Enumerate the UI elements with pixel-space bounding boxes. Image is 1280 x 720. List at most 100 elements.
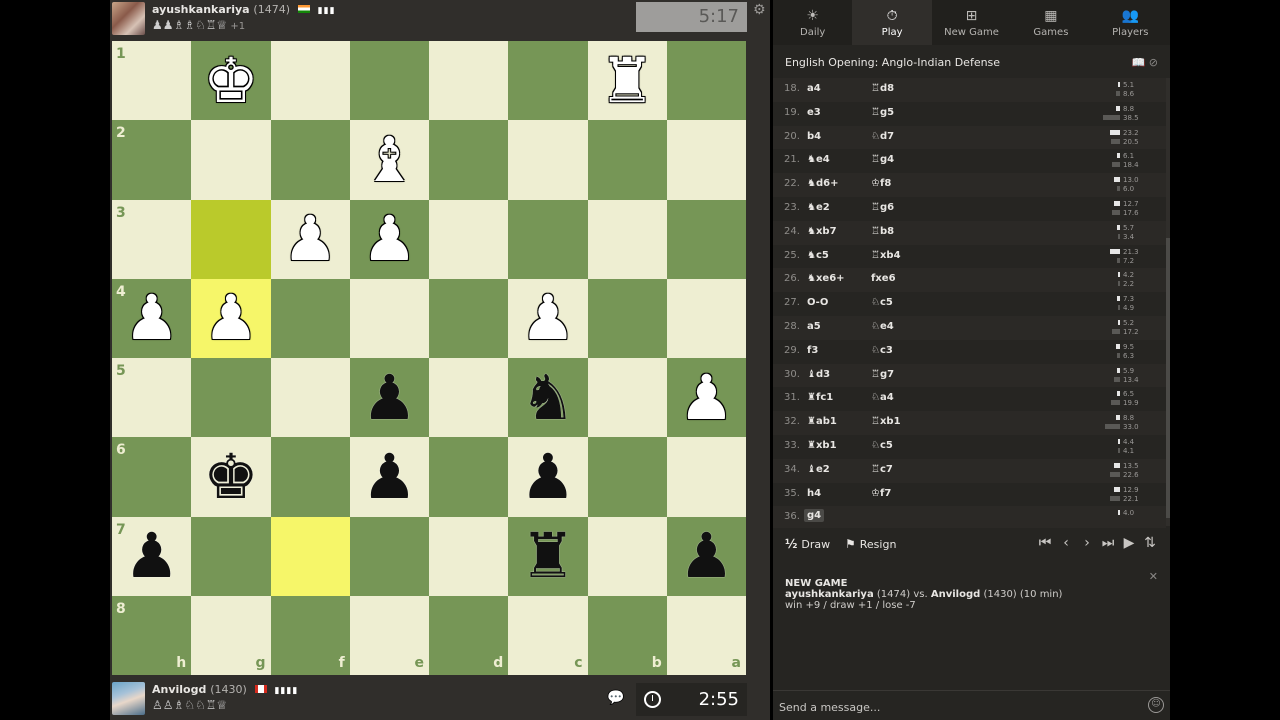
tab-players[interactable]: 👥 Players	[1091, 0, 1170, 45]
white-move[interactable]: e3	[807, 107, 821, 118]
square-h3[interactable]: 3	[112, 199, 192, 279]
next-move-icon[interactable]: ›	[1079, 535, 1095, 551]
square-g3[interactable]	[191, 199, 271, 279]
square-g7[interactable]	[191, 516, 271, 596]
chat-bubble-icon[interactable]: 💬	[607, 690, 624, 706]
tab-new-game[interactable]: ⊞ New Game	[932, 0, 1011, 45]
square-e6[interactable]: ♟	[349, 437, 429, 517]
white-move[interactable]: g4	[804, 509, 825, 523]
white-move[interactable]: ♞xe6+	[807, 273, 845, 284]
square-e4[interactable]	[349, 278, 429, 358]
square-b6[interactable]	[587, 437, 667, 517]
square-a3[interactable]	[666, 199, 746, 279]
white-move[interactable]: f3	[807, 345, 818, 356]
square-c4[interactable]: ♟	[508, 278, 588, 358]
square-c1[interactable]	[508, 41, 588, 121]
flip-board-icon[interactable]: ⇅	[1142, 535, 1158, 551]
black-move[interactable]: ♘c3	[871, 345, 893, 356]
white-move[interactable]: a5	[807, 321, 821, 332]
scrollbar-thumb[interactable]	[1166, 238, 1170, 518]
square-b3[interactable]	[587, 199, 667, 279]
top-player-name[interactable]: ayushkankariya	[152, 3, 250, 16]
square-e7[interactable]	[349, 516, 429, 596]
tab-daily[interactable]: ☀ Daily	[773, 0, 852, 45]
square-g2[interactable]	[191, 120, 271, 200]
square-c8[interactable]: c	[508, 595, 588, 675]
white-move[interactable]: ♞e4	[807, 154, 830, 165]
black-move[interactable]: ♘d7	[871, 131, 894, 142]
black-pawn-icon[interactable]: ♟	[520, 445, 576, 508]
square-d3[interactable]	[429, 199, 509, 279]
black-move[interactable]: ♖b8	[871, 226, 894, 237]
white-move[interactable]: ♞c5	[807, 250, 829, 261]
square-h4[interactable]: 4 ♟	[112, 278, 192, 358]
square-c3[interactable]	[508, 199, 588, 279]
black-move[interactable]: ♘c5	[871, 440, 893, 451]
emoji-icon[interactable]: ☺	[1148, 697, 1164, 713]
black-pawn-icon[interactable]: ♟	[362, 366, 418, 429]
square-b2[interactable]	[587, 120, 667, 200]
play-icon[interactable]: ▶	[1121, 535, 1137, 551]
white-king-icon[interactable]: ♚	[203, 49, 259, 112]
square-h2[interactable]: 2	[112, 120, 192, 200]
square-g4[interactable]: ♟	[191, 278, 271, 358]
square-a4[interactable]	[666, 278, 746, 358]
move-list[interactable]: 18. a4 ♖d8 5.1 8.6 19. e3 ♖g5 8.8 38.5 20. b4 ♘d7 23.…	[773, 78, 1166, 528]
square-e2[interactable]: ♝	[349, 120, 429, 200]
square-a7[interactable]: ♟	[666, 516, 746, 596]
square-c5[interactable]: ♞	[508, 358, 588, 438]
previous-move-icon[interactable]: ‹	[1058, 535, 1074, 551]
white-move[interactable]: ♜ab1	[807, 416, 837, 427]
square-f1[interactable]	[270, 41, 350, 121]
white-move[interactable]: ♝e2	[807, 464, 830, 475]
white-pawn-icon[interactable]: ♟	[124, 287, 180, 349]
square-f3[interactable]: ♟	[270, 199, 350, 279]
square-c6[interactable]: ♟	[508, 437, 588, 517]
white-move[interactable]: h4	[807, 488, 821, 499]
black-move[interactable]: ♘a4	[871, 392, 894, 403]
white-rook-icon[interactable]: ♜	[599, 49, 655, 112]
white-move[interactable]: a4	[807, 83, 821, 94]
white-move[interactable]: ♜xb1	[807, 440, 837, 451]
tab-play[interactable]: ⏱ Play	[852, 0, 932, 45]
square-a2[interactable]	[666, 120, 746, 200]
bottom-player-name[interactable]: Anvilogd	[152, 683, 206, 696]
white-move[interactable]: ♞xb7	[807, 226, 837, 237]
white-move[interactable]: ♜fc1	[807, 392, 833, 403]
square-f2[interactable]	[270, 120, 350, 200]
book-icon[interactable]: 📖	[1132, 56, 1146, 69]
resign-button[interactable]: ⚑ Resign	[845, 537, 896, 551]
square-d8[interactable]: d	[429, 595, 509, 675]
black-move[interactable]: ♖d8	[871, 83, 894, 94]
white-move[interactable]: ♞d6+	[807, 178, 838, 189]
compass-icon[interactable]: ⊘	[1149, 56, 1158, 69]
black-move[interactable]: ♖g7	[871, 369, 894, 380]
square-b1[interactable]: ♜	[587, 41, 667, 121]
black-move[interactable]: ♖c7	[871, 464, 893, 475]
white-pawn-icon[interactable]: ♟	[520, 287, 576, 349]
chat-message-input[interactable]	[779, 697, 1139, 717]
black-rook-icon[interactable]: ♜	[520, 525, 576, 587]
square-g5[interactable]	[191, 358, 271, 438]
top-player-avatar[interactable]	[112, 2, 145, 35]
square-f4[interactable]	[270, 278, 350, 358]
square-g1[interactable]: ♚	[191, 41, 271, 121]
black-move[interactable]: ♖g4	[871, 154, 894, 165]
black-king-icon[interactable]: ♚	[203, 445, 259, 508]
last-move-icon[interactable]: ⏭	[1100, 535, 1116, 551]
black-pawn-icon[interactable]: ♟	[362, 445, 418, 508]
square-f5[interactable]	[270, 358, 350, 438]
bottom-player-avatar[interactable]	[112, 682, 145, 715]
draw-button[interactable]: ½ Draw	[785, 537, 830, 551]
square-h6[interactable]: 6	[112, 437, 192, 517]
black-move[interactable]: ♖g6	[871, 202, 894, 213]
square-d1[interactable]	[429, 41, 509, 121]
black-knight-icon[interactable]: ♞	[520, 366, 576, 429]
first-move-icon[interactable]: ⏮	[1037, 535, 1053, 551]
square-e8[interactable]: e	[349, 595, 429, 675]
square-d7[interactable]	[429, 516, 509, 596]
white-pawn-icon[interactable]: ♟	[203, 287, 259, 349]
black-move[interactable]: ♖xb1	[871, 416, 901, 427]
settings-gear-icon[interactable]: ⚙	[753, 2, 766, 18]
chessboard[interactable]: 1 ♚ ♜ 2 ♝ 3 ♟ ♟ 4 ♟ ♟ ♟ 5 ♟ ♞ ♟ 6 ♚ ♟ ♟ 7 ♟ ♜ ♟ 8 h g f e d c b a	[112, 41, 746, 675]
